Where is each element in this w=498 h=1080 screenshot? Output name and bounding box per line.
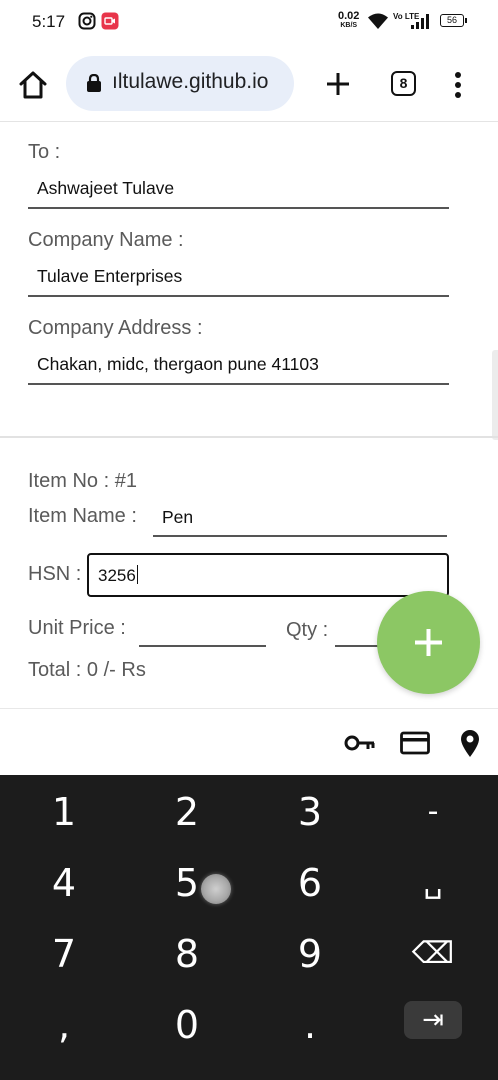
numeric-keyboard: 1 2 3 - 4 5 6 ␣ 7 8 9 ⌫ , 0 . ⇥ — [0, 775, 498, 1080]
add-plus-icon — [415, 629, 442, 656]
signal-icon — [410, 13, 430, 35]
item-name-label: Item Name : — [28, 505, 137, 527]
hsn-value-text: 3256 — [98, 566, 136, 585]
key-3[interactable]: 3 — [255, 777, 365, 847]
status-bar: 5:17 0.02 KB/S Vo LTE 56 — [0, 0, 498, 44]
item-name-field[interactable]: Pen — [162, 507, 193, 528]
company-address-field[interactable]: Chakan, midc, thergaon pune 41103 — [37, 354, 319, 375]
company-name-field[interactable]: Tulave Enterprises — [37, 266, 182, 287]
key-4[interactable]: 4 — [9, 848, 119, 918]
unit-price-label: Unit Price : — [28, 617, 126, 639]
key-comma[interactable]: , — [9, 990, 119, 1060]
tabs-icon[interactable]: 8 — [391, 71, 416, 96]
credit-card-icon[interactable] — [400, 731, 430, 760]
location-pin-icon[interactable] — [459, 728, 481, 763]
space-key[interactable]: ␣ — [378, 848, 488, 918]
more-menu-icon[interactable] — [448, 68, 468, 102]
hsn-label: HSN : — [28, 563, 82, 585]
home-icon[interactable] — [16, 68, 50, 102]
battery-icon: 56 — [440, 14, 467, 27]
url-bar[interactable]: ıltulawe.github.io — [66, 56, 294, 111]
item-name-underline — [153, 535, 447, 537]
key-minus[interactable]: - — [378, 777, 488, 847]
add-item-button[interactable] — [377, 591, 480, 694]
hsn-value: 3256 — [98, 565, 139, 586]
key-6[interactable]: 6 — [255, 848, 365, 918]
company-address-label: Company Address : — [28, 317, 203, 339]
touch-indicator — [201, 874, 231, 904]
key-0[interactable]: 0 — [132, 990, 242, 1060]
net-speed-unit: KB/S — [340, 22, 358, 29]
qty-label: Qty : — [286, 619, 329, 641]
section-divider — [0, 436, 498, 438]
key-1[interactable]: 1 — [9, 777, 119, 847]
key-9[interactable]: 9 — [255, 919, 365, 989]
next-field-key-label: ⇥ — [422, 1005, 444, 1035]
item-no-label: Item No : #1 — [28, 470, 137, 492]
company-name-label: Company Name : — [28, 229, 184, 251]
to-field[interactable]: Ashwajeet Tulave — [37, 178, 174, 199]
status-time: 5:17 — [32, 12, 66, 31]
screen-record-icon — [101, 12, 119, 35]
total-label: Total : 0 /- Rs — [28, 659, 146, 681]
key-8[interactable]: 8 — [132, 919, 242, 989]
wifi-icon — [367, 12, 389, 35]
to-label: To : — [28, 141, 61, 163]
backspace-key[interactable]: ⌫ — [378, 919, 488, 989]
scrollbar[interactable] — [492, 350, 498, 440]
to-field-underline — [28, 207, 449, 209]
net-speed: 0.02 KB/S — [338, 11, 359, 31]
company-name-underline — [28, 295, 449, 297]
next-field-key[interactable]: ⇥ — [404, 1001, 462, 1039]
new-tab-plus-icon[interactable] — [322, 68, 354, 100]
key-period[interactable]: . — [255, 990, 365, 1060]
key-2[interactable]: 2 — [132, 777, 242, 847]
key-icon[interactable] — [344, 733, 376, 758]
unit-price-underline — [139, 645, 266, 647]
lock-icon[interactable] — [86, 73, 102, 92]
url-text[interactable]: ıltulawe.github.io — [112, 70, 287, 94]
company-address-underline — [28, 383, 449, 385]
text-caret — [136, 565, 139, 584]
instagram-icon — [78, 12, 96, 35]
browser-toolbar: ıltulawe.github.io 8 — [0, 44, 498, 122]
key-7[interactable]: 7 — [9, 919, 119, 989]
autofill-bar — [0, 708, 498, 775]
